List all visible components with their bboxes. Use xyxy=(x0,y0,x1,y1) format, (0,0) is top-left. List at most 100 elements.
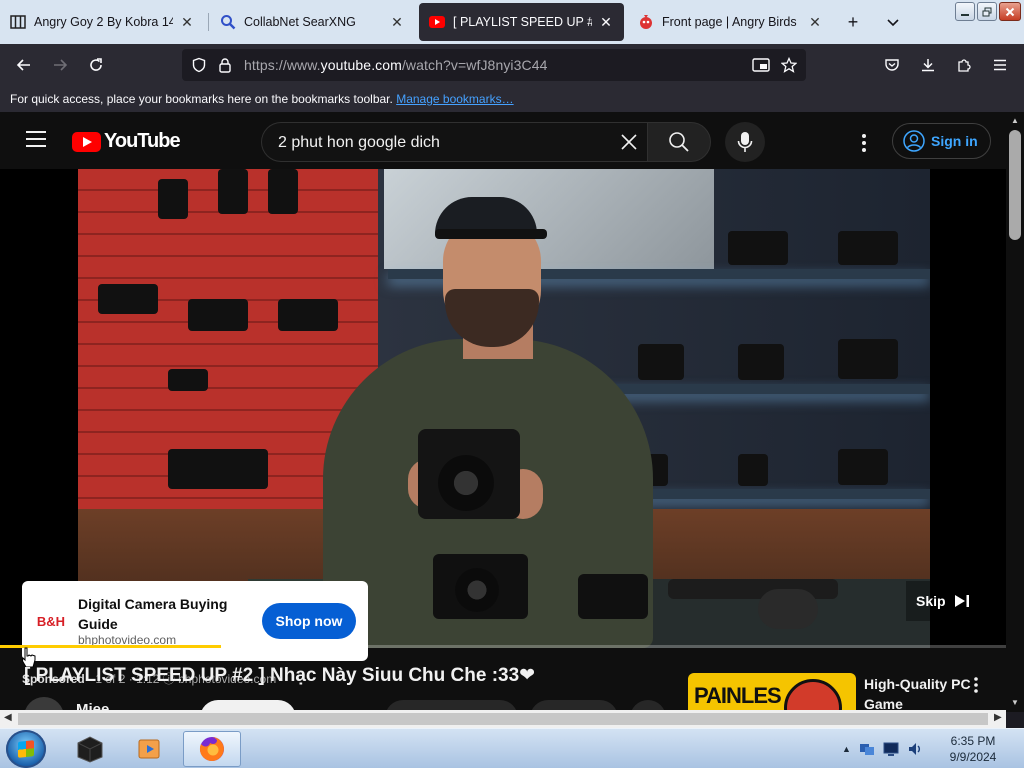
video-frame xyxy=(78,169,930,648)
system-clock[interactable]: 6:35 PM 9/9/2024 xyxy=(934,733,1012,765)
scroll-left-icon[interactable]: ◀ xyxy=(4,712,12,723)
video-player[interactable]: B&H Digital Camera Buying Guide bhphotov… xyxy=(0,169,1006,686)
monitor-icon[interactable] xyxy=(883,741,899,757)
arrow-left-icon xyxy=(16,59,30,71)
puzzle-icon xyxy=(958,59,971,72)
horizontal-scroll-thumb[interactable] xyxy=(18,713,988,725)
restore-button[interactable] xyxy=(977,2,997,21)
reload-icon xyxy=(90,58,102,71)
start-button[interactable] xyxy=(6,730,46,768)
download-icon xyxy=(922,59,934,72)
guide-menu-icon[interactable] xyxy=(26,131,46,147)
youtube-header: YouTube 2 phut hon google dich Sign in xyxy=(0,112,1006,169)
skip-ad-button[interactable]: Skip xyxy=(906,581,980,621)
scroll-down-icon[interactable]: ▼ xyxy=(1010,698,1020,707)
url-bar[interactable]: https://www.youtube.com/watch?v=wfJ8nyi3… xyxy=(182,49,806,81)
volume-icon[interactable] xyxy=(907,741,923,757)
windows-taskbar: ▲ 6:35 PM 9/9/2024 xyxy=(0,728,1024,768)
vertical-scroll-thumb[interactable] xyxy=(1009,130,1021,240)
taskbar-app-media-player[interactable] xyxy=(121,731,179,767)
shield-icon[interactable] xyxy=(190,56,208,74)
voice-search-button[interactable] xyxy=(725,122,765,162)
pocket-button[interactable] xyxy=(879,52,905,78)
youtube-play-icon xyxy=(72,131,101,152)
columns-icon xyxy=(10,14,26,30)
ad-overlay-card[interactable]: B&H Digital Camera Buying Guide bhphotov… xyxy=(22,581,368,661)
skip-label: Skip xyxy=(916,593,946,609)
search-icon xyxy=(669,132,689,152)
skip-next-icon xyxy=(954,595,969,607)
downloads-button[interactable] xyxy=(915,52,941,78)
clock-date: 9/9/2024 xyxy=(949,750,997,764)
youtube-page: YouTube 2 phut hon google dich Sign in B… xyxy=(0,112,1006,712)
vertical-scrollbar[interactable]: ▲ ▼ xyxy=(1006,112,1024,712)
pocket-icon xyxy=(885,59,899,71)
angry-bird-icon xyxy=(638,14,654,30)
clear-search-icon[interactable] xyxy=(617,130,641,154)
star-icon[interactable] xyxy=(780,56,798,74)
youtube-logo[interactable]: YouTube xyxy=(72,130,181,153)
tab-strip: Angry Goy 2 By Kobra 1488 : ✕ CollabNet … xyxy=(0,0,1024,44)
bookmarks-hint: For quick access, place your bookmarks h… xyxy=(10,92,393,106)
thumbnail-text: PAINLES xyxy=(694,683,782,708)
extensions-button[interactable] xyxy=(951,52,977,78)
close-window-button[interactable] xyxy=(999,2,1021,21)
tab-youtube[interactable]: [ PLAYLIST SPEED UP #2 ] Nh ✕ xyxy=(419,3,624,41)
tab-angry-goy[interactable]: Angry Goy 2 By Kobra 1488 : ✕ xyxy=(0,3,205,41)
search-button[interactable] xyxy=(647,122,711,162)
tab-searxng[interactable]: CollabNet SearXNG ✕ xyxy=(210,3,415,41)
forward-button[interactable] xyxy=(47,52,73,78)
advertiser-logo: B&H xyxy=(36,613,66,629)
manage-bookmarks-link[interactable]: Manage bookmarks… xyxy=(396,92,513,106)
related-video-thumbnail[interactable]: PAINLES xyxy=(688,673,856,712)
bookmarks-toolbar: For quick access, place your bookmarks h… xyxy=(0,86,1024,112)
horizontal-scrollbar[interactable]: ◀ ▶ xyxy=(0,710,1006,728)
reload-button[interactable] xyxy=(83,52,109,78)
close-tab-icon[interactable]: ✕ xyxy=(389,14,405,30)
more-vertical-icon xyxy=(974,677,978,693)
ad-title[interactable]: Digital Camera Buying Guide xyxy=(78,594,258,634)
show-hidden-icons-icon[interactable]: ▲ xyxy=(842,744,851,754)
close-tab-icon[interactable]: ✕ xyxy=(179,14,195,30)
magnifier-icon xyxy=(220,14,236,30)
settings-menu-button[interactable] xyxy=(852,131,876,155)
list-all-tabs-button[interactable] xyxy=(881,10,905,34)
media-player-icon xyxy=(138,739,160,759)
picture-in-picture-icon[interactable] xyxy=(752,56,770,74)
related-video-title[interactable]: High-Quality PC Game xyxy=(864,674,974,712)
firefox-icon xyxy=(199,737,224,761)
ad-progress-bar[interactable] xyxy=(0,645,1006,648)
shop-now-button[interactable]: Shop now xyxy=(262,603,356,639)
search-query: 2 phut hon google dich xyxy=(278,134,440,151)
terminal-cube-icon xyxy=(77,736,103,763)
close-tab-icon[interactable]: ✕ xyxy=(598,14,614,30)
tab-title: Angry Goy 2 By Kobra 1488 : xyxy=(34,15,173,29)
navigation-toolbar: https://www.youtube.com/watch?v=wfJ8nyi3… xyxy=(0,44,1024,86)
sign-in-label: Sign in xyxy=(931,133,978,149)
microphone-icon xyxy=(737,132,753,152)
tab-angry-birds[interactable]: Front page | Angry Birds ✕ xyxy=(628,3,833,41)
scroll-up-icon[interactable]: ▲ xyxy=(1010,116,1020,125)
url-text[interactable]: https://www.youtube.com/watch?v=wfJ8nyi3… xyxy=(244,57,548,73)
lock-icon[interactable] xyxy=(216,56,234,74)
related-video-menu-button[interactable] xyxy=(968,675,984,695)
app-menu-button[interactable] xyxy=(987,52,1013,78)
taskbar-app-terminal[interactable] xyxy=(60,731,118,767)
taskbar-app-firefox[interactable] xyxy=(183,731,241,767)
youtube-icon xyxy=(429,14,445,30)
chevron-down-icon xyxy=(887,19,899,27)
firefox-window: Angry Goy 2 By Kobra 1488 : ✕ CollabNet … xyxy=(0,0,1024,728)
sign-in-button[interactable]: Sign in xyxy=(892,123,991,159)
search-input[interactable]: 2 phut hon google dich xyxy=(261,122,647,162)
video-title: [ PLAYLIST SPEED UP #2 ] Nhạc Này Siuu C… xyxy=(24,665,536,686)
window-controls xyxy=(955,2,1021,21)
youtube-wordmark: YouTube xyxy=(104,130,181,152)
new-tab-button[interactable]: + xyxy=(841,10,865,34)
close-tab-icon[interactable]: ✕ xyxy=(807,14,823,30)
minimize-button[interactable] xyxy=(955,2,975,21)
back-button[interactable] xyxy=(11,52,37,78)
scroll-right-icon[interactable]: ▶ xyxy=(994,712,1002,723)
tab-separator xyxy=(208,13,209,31)
arrow-right-icon xyxy=(54,59,68,71)
network-icon[interactable] xyxy=(859,741,875,757)
